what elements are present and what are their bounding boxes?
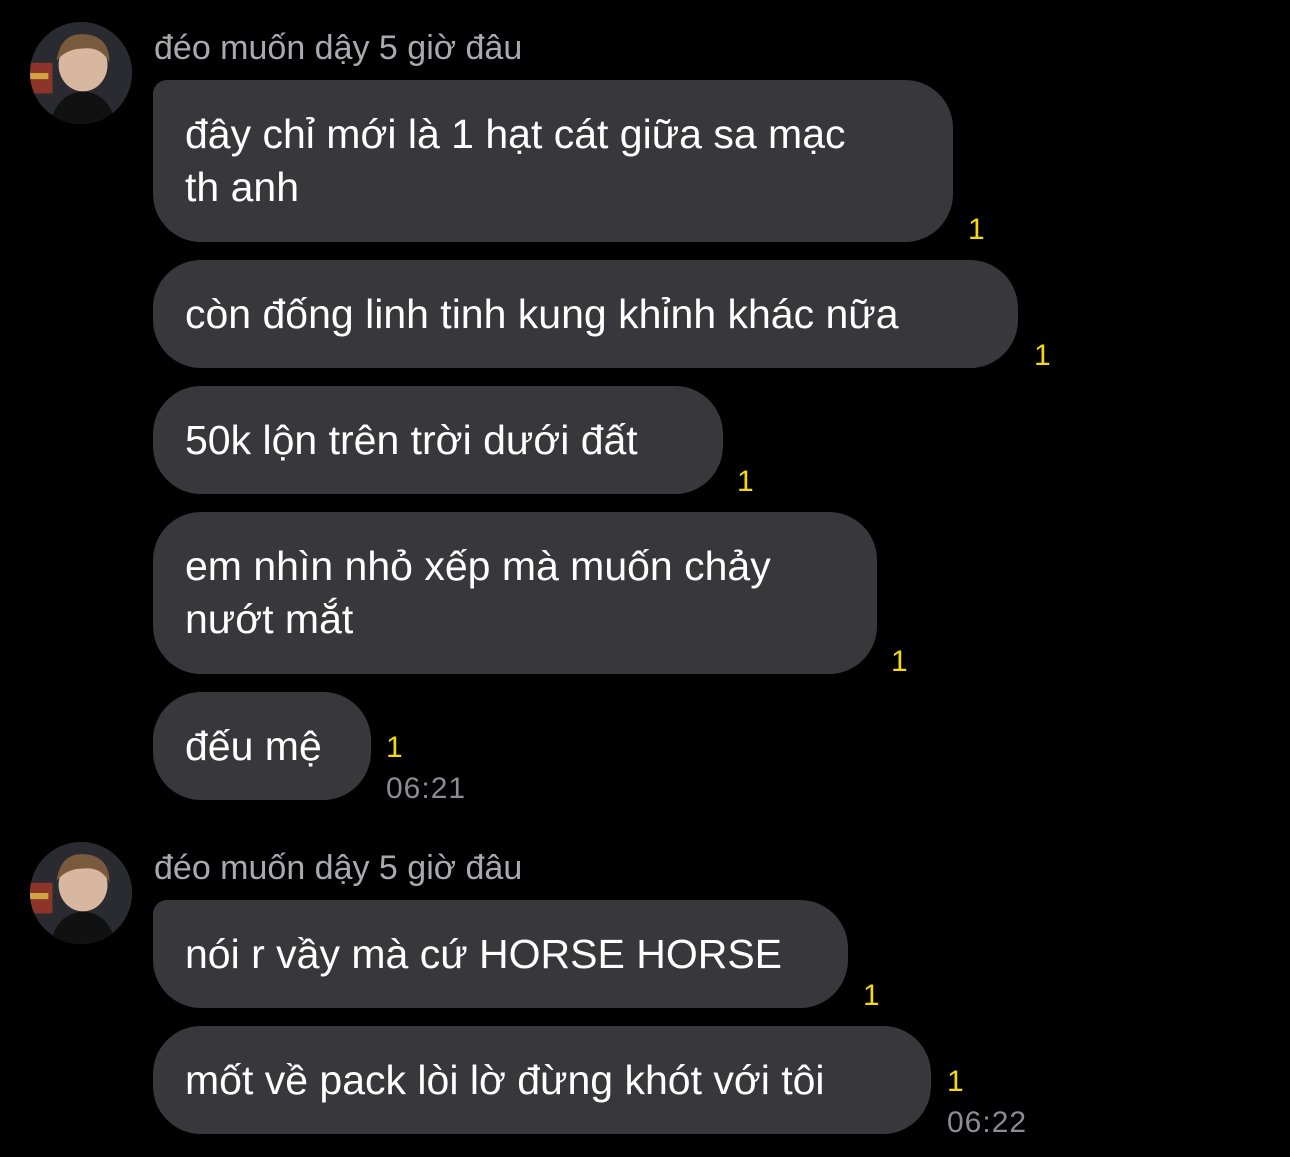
message-text: mốt về pack lòi lờ đừng khót với tôi bbox=[185, 1056, 825, 1103]
sender-name: đéo muốn dậy 5 giờ đâu bbox=[154, 29, 523, 67]
unread-count: 1 bbox=[1034, 339, 1051, 372]
message-bubble[interactable]: đếu mệ bbox=[153, 692, 371, 800]
message-text: đếu mệ bbox=[185, 722, 322, 769]
message-timestamp: 06:21 bbox=[386, 772, 467, 805]
message-text: đây chỉ mới là 1 hạt cát giữa sa mạc th … bbox=[185, 111, 846, 210]
message-text: còn đống linh tinh kung khỉnh khác nữa bbox=[185, 290, 899, 337]
message-text: 50k lộn trên trời dưới đất bbox=[185, 416, 638, 463]
message-text: em nhìn nhỏ xếp mà muốn chảy nướt mắt bbox=[185, 543, 771, 642]
unread-count: 1 bbox=[947, 1065, 964, 1098]
user-avatar-icon bbox=[30, 842, 132, 944]
sender-name: đéo muốn dậy 5 giờ đâu bbox=[154, 849, 523, 887]
unread-count: 1 bbox=[863, 979, 880, 1012]
unread-count: 1 bbox=[386, 731, 403, 764]
message-bubble[interactable]: em nhìn nhỏ xếp mà muốn chảy nướt mắt bbox=[153, 512, 877, 674]
sender-avatar[interactable] bbox=[30, 842, 132, 944]
sender-avatar[interactable] bbox=[30, 22, 132, 124]
message-text: nói r vầy mà cứ HORSE HORSE bbox=[185, 930, 783, 977]
user-avatar-icon bbox=[30, 22, 132, 124]
message-bubble[interactable]: đây chỉ mới là 1 hạt cát giữa sa mạc th … bbox=[153, 80, 953, 242]
message-bubble[interactable]: nói r vầy mà cứ HORSE HORSE bbox=[153, 900, 848, 1008]
message-bubble[interactable]: 50k lộn trên trời dưới đất bbox=[153, 386, 723, 494]
message-bubble[interactable]: còn đống linh tinh kung khỉnh khác nữa bbox=[153, 260, 1018, 368]
unread-count: 1 bbox=[737, 465, 754, 498]
unread-count: 1 bbox=[968, 213, 985, 246]
message-timestamp: 06:22 bbox=[947, 1106, 1028, 1139]
unread-count: 1 bbox=[891, 645, 908, 678]
message-bubble[interactable]: mốt về pack lòi lờ đừng khót với tôi bbox=[153, 1026, 931, 1134]
